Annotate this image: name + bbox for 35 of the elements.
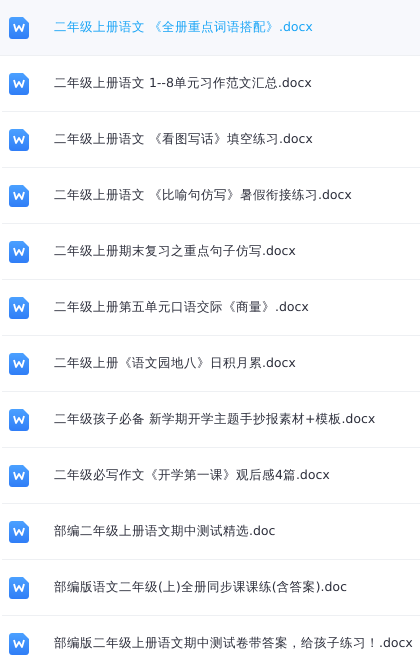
file-row[interactable]: 部编二年级上册语文期中测试精选.doc: [2, 504, 420, 560]
word-document-icon: [9, 576, 29, 598]
file-name: 二年级上册语文 《比喻句仿写》暑假衔接练习.docx: [54, 187, 352, 204]
word-document-icon: [9, 16, 29, 38]
file-row[interactable]: 部编版二年级上册语文期中测试卷带答案，给孩子练习！.docx: [2, 616, 420, 662]
word-document-icon: [9, 296, 29, 318]
word-document-icon: [9, 520, 29, 542]
file-name: 二年级上册期末复习之重点句子仿写.docx: [54, 243, 296, 260]
word-document-icon: [9, 408, 29, 430]
file-row[interactable]: 部编版语文二年级(上)全册同步课课练(含答案).doc: [2, 560, 420, 616]
word-document-icon: [9, 184, 29, 206]
file-row[interactable]: 二年级必写作文《开学第一课》观后感4篇.docx: [2, 448, 420, 504]
file-row[interactable]: 二年级上册语文 《看图写话》填空练习.docx: [2, 112, 420, 168]
word-document-icon: [9, 72, 29, 94]
file-name: 二年级上册第五单元口语交际《商量》.docx: [54, 299, 309, 316]
file-name: 二年级上册《语文园地八》日积月累.docx: [54, 355, 296, 372]
file-row[interactable]: 二年级上册《语文园地八》日积月累.docx: [2, 336, 420, 392]
file-name: 部编二年级上册语文期中测试精选.doc: [54, 523, 276, 540]
file-row[interactable]: 二年级上册语文 1--8单元习作范文汇总.docx: [2, 56, 420, 112]
file-row[interactable]: 二年级上册语文 《比喻句仿写》暑假衔接练习.docx: [2, 168, 420, 224]
word-document-icon: [9, 632, 29, 654]
file-name: 二年级上册语文 1--8单元习作范文汇总.docx: [54, 75, 312, 92]
file-name: 二年级上册语文 《全册重点词语搭配》.docx: [54, 19, 313, 36]
word-document-icon: [9, 128, 29, 150]
file-name: 部编版二年级上册语文期中测试卷带答案，给孩子练习！.docx: [54, 635, 413, 652]
file-name: 二年级上册语文 《看图写话》填空练习.docx: [54, 131, 313, 148]
file-row[interactable]: 二年级上册期末复习之重点句子仿写.docx: [2, 224, 420, 280]
file-row[interactable]: 二年级上册第五单元口语交际《商量》.docx: [2, 280, 420, 336]
file-name: 二年级孩子必备 新学期开学主题手抄报素材+模板.docx: [54, 411, 376, 428]
word-document-icon: [9, 352, 29, 374]
file-name: 二年级必写作文《开学第一课》观后感4篇.docx: [54, 467, 330, 484]
word-document-icon: [9, 240, 29, 262]
file-row[interactable]: 二年级孩子必备 新学期开学主题手抄报素材+模板.docx: [2, 392, 420, 448]
file-name: 部编版语文二年级(上)全册同步课课练(含答案).doc: [54, 579, 347, 596]
word-document-icon: [9, 464, 29, 486]
